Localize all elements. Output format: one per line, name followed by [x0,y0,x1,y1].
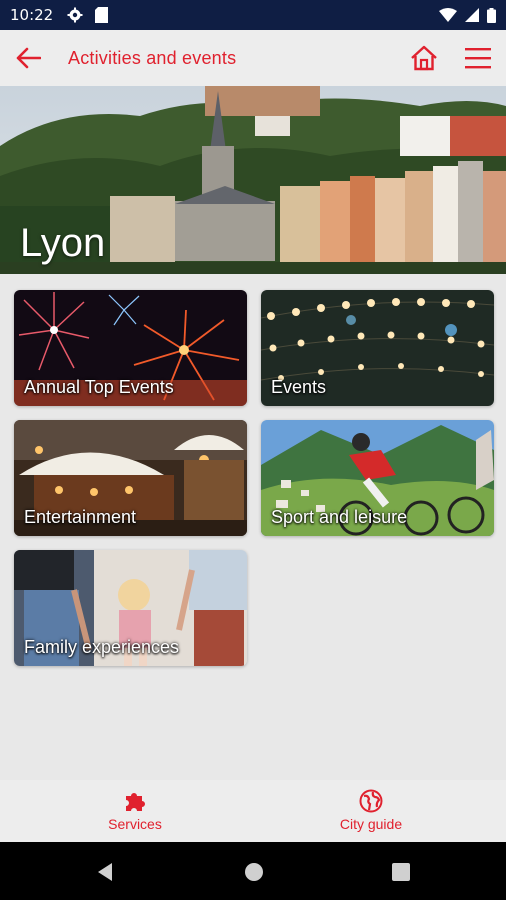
sd-card-icon [95,7,109,23]
category-label: Events [271,377,327,397]
category-label: Entertainment [24,507,137,527]
back-button[interactable] [0,30,56,86]
nav-services[interactable]: Services [75,788,195,832]
category-label: Sport and leisure [271,507,408,527]
app-bar: Activities and events [0,30,506,86]
category-card-annual-top-events[interactable]: Annual Top Events [14,290,247,406]
globe-icon [359,789,383,813]
home-button[interactable] [406,40,442,76]
menu-button[interactable] [460,40,496,76]
city-hero-image: Lyon [0,86,506,274]
recents-square-icon[interactable] [389,860,413,884]
nav-services-label: Services [108,816,162,832]
signal-icon [465,8,479,22]
category-label: Family experiences [24,637,180,657]
home-icon [411,45,437,71]
wifi-icon [439,8,457,22]
page-title: Activities and events [68,47,237,68]
city-name: Lyon [20,221,106,265]
system-navigation-bar [0,842,506,900]
category-label: Annual Top Events [24,377,174,397]
back-triangle-icon[interactable] [94,860,118,884]
nav-city-guide[interactable]: City guide [311,788,431,832]
hamburger-menu-icon [465,48,491,69]
status-time: 10:22 [10,6,54,24]
category-card-events[interactable]: Events [261,290,494,406]
category-card-sport-and-leisure[interactable]: Sport and leisure [261,420,494,536]
settings-icon [67,7,83,23]
battery-icon [487,7,496,23]
category-card-entertainment[interactable]: Entertainment [14,420,247,536]
puzzle-piece-icon [126,793,145,811]
category-card-family-experiences[interactable]: Family experiences [14,550,247,666]
arrow-back-icon [16,47,41,69]
status-bar: 10:22 [0,0,506,30]
home-circle-icon[interactable] [242,860,266,884]
bottom-navigation: Services City guide [0,780,506,842]
nav-city-guide-label: City guide [339,816,403,832]
